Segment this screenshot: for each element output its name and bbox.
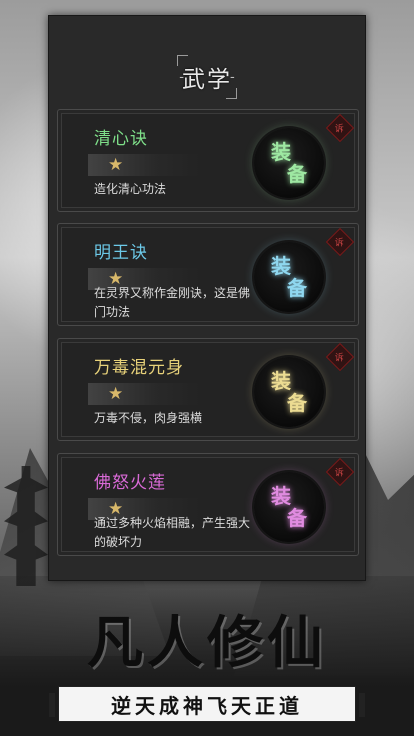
skill-name: 清心诀 [94, 129, 148, 149]
star-band [88, 383, 200, 405]
star-band [88, 154, 200, 176]
equip-label-1: 装 [271, 369, 291, 393]
star-icon: ★ [108, 384, 124, 404]
star-icon: ★ [108, 155, 124, 175]
skill-description: 在灵界又称作金刚诀，这是佛门功法 [94, 286, 251, 319]
skill-card: 万毒混元身 ★ 万毒不侵，肉身强横 装 备 诉 [57, 338, 359, 441]
title-dash-right: - [230, 69, 235, 85]
equip-label-1: 装 [271, 484, 291, 508]
skill-card: 清心诀 ★ 造化清心功法 装 备 诉 [57, 109, 359, 212]
detail-badge-label: 诉 [335, 468, 345, 479]
detail-badge-label: 诉 [335, 353, 345, 364]
equip-button[interactable]: 装 备 [254, 472, 324, 542]
slogan-text: 逆天成神飞天正道 [111, 693, 303, 718]
equip-label-2: 备 [287, 391, 307, 415]
skill-name: 万毒混元身 [94, 358, 184, 378]
detail-badge-label: 诉 [335, 124, 345, 135]
skill-card: 佛怒火莲 ★ 通过多种火焰相融，产生强大的破坏力 装 备 诉 [57, 453, 359, 556]
martial-arts-panel: - 武学 - 清心诀 ★ 造化清心功法 装 备 诉 明王诀 ★ 在灵界又称作金刚… [48, 15, 366, 581]
equip-label-2: 备 [287, 276, 307, 300]
equip-label-2: 备 [287, 506, 307, 530]
skill-description: 造化清心功法 [94, 182, 167, 196]
detail-badge-label: 诉 [335, 238, 345, 249]
detail-badge[interactable]: 诉 [325, 227, 355, 257]
panel-title: 武学 [182, 67, 232, 93]
detail-badge[interactable]: 诉 [325, 342, 355, 372]
slogan-banner: 逆天成神飞天正道 [49, 686, 365, 722]
equip-button[interactable]: 装 备 [254, 242, 324, 312]
detail-badge[interactable]: 诉 [325, 113, 355, 143]
detail-badge[interactable]: 诉 [325, 457, 355, 487]
equip-label-1: 装 [271, 140, 291, 164]
skill-description: 万毒不侵，肉身强横 [94, 411, 203, 425]
skill-description: 通过多种火焰相融，产生强大的破坏力 [94, 516, 251, 549]
skill-name: 明王诀 [94, 243, 148, 263]
equip-button[interactable]: 装 备 [254, 357, 324, 427]
panel-header: - 武学 - [49, 52, 365, 102]
game-logo-text: 凡人修仙 [87, 610, 327, 676]
equip-label-2: 备 [287, 162, 307, 186]
title-frame: - 武学 - [175, 55, 239, 99]
equip-label-1: 装 [271, 254, 291, 278]
skill-name: 佛怒火莲 [94, 473, 166, 493]
skill-card: 明王诀 ★ 在灵界又称作金刚诀，这是佛门功法 装 备 诉 [57, 223, 359, 326]
equip-button[interactable]: 装 备 [254, 128, 324, 198]
